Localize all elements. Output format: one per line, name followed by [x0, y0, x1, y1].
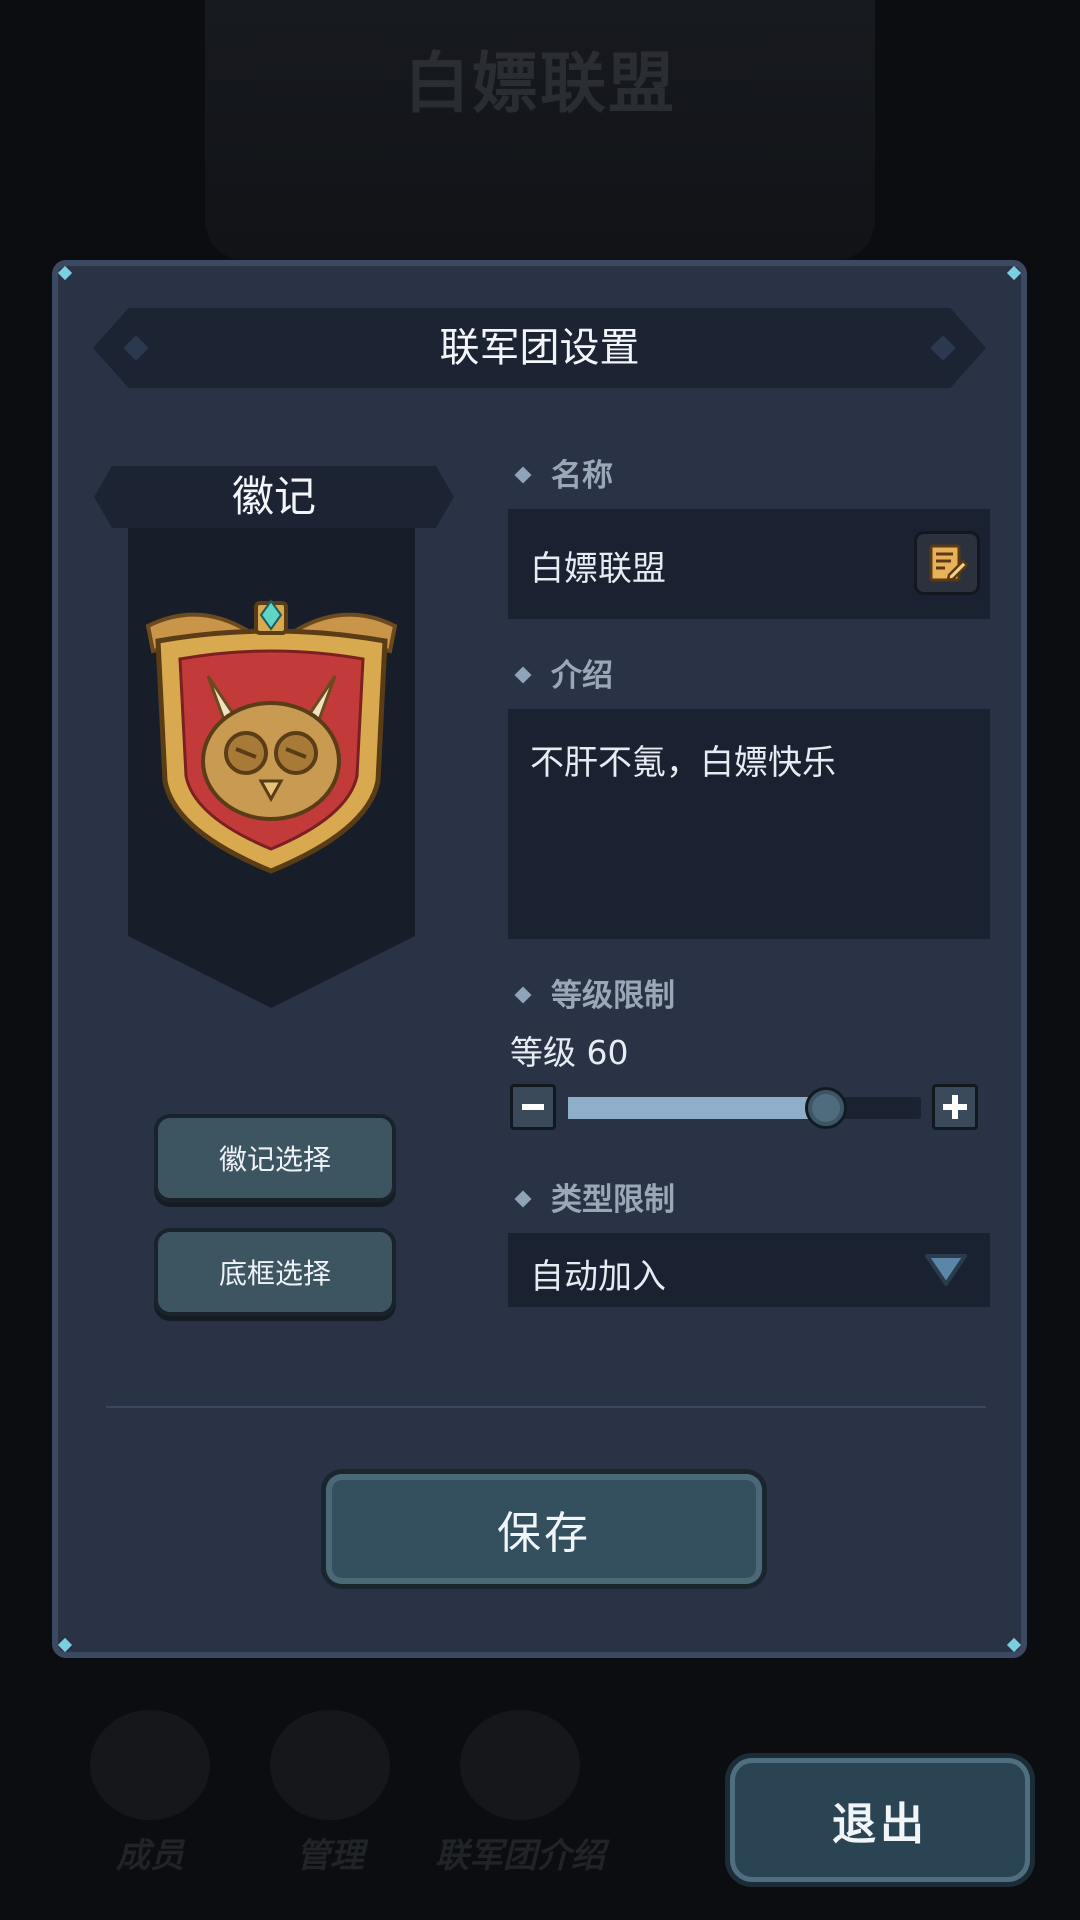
name-value: 白嫖联盟	[530, 549, 666, 589]
level-slider-fill	[568, 1097, 826, 1119]
save-button[interactable]: 保存	[326, 1474, 762, 1584]
emblem-heading: 徽记	[94, 466, 454, 528]
level-slider-handle[interactable]	[804, 1087, 847, 1129]
level-limit-label: 等级限制	[513, 976, 675, 1016]
tab-manage: 管理	[240, 1700, 420, 1880]
tab-alliance-intro-label: 联军团介绍	[435, 1836, 605, 1876]
bullet-diamond-icon	[514, 666, 532, 684]
dialog-header: 联军团设置	[93, 308, 986, 388]
plus-icon	[943, 1095, 967, 1119]
join-type-dropdown[interactable]: 自动加入	[508, 1233, 990, 1307]
chevron-down-icon[interactable]	[924, 1253, 968, 1287]
background-title: 白嫖联盟	[404, 45, 676, 122]
tab-members: 成员	[60, 1700, 240, 1880]
type-limit-label: 类型限制	[513, 1180, 675, 1220]
tab-members-label: 成员	[116, 1836, 184, 1876]
intro-textarea[interactable]: 不肝不氪，白嫖快乐	[508, 709, 990, 939]
tab-alliance-intro: 联军团介绍	[420, 1700, 620, 1880]
corner-ornament	[55, 1633, 77, 1655]
bullet-diamond-icon	[514, 986, 532, 1004]
divider	[106, 1406, 986, 1408]
corner-ornament	[1002, 263, 1024, 285]
bullet-diamond-icon	[514, 466, 532, 484]
manage-icon	[270, 1710, 390, 1820]
tab-manage-label: 管理	[296, 1836, 364, 1876]
edit-note-icon	[929, 544, 969, 582]
name-label: 名称	[513, 456, 613, 496]
level-value: 等级 60	[510, 1033, 629, 1072]
exit-button[interactable]: 退出	[730, 1758, 1030, 1882]
level-slider[interactable]	[568, 1087, 921, 1129]
level-increase-button[interactable]	[932, 1084, 978, 1130]
background-tab-bar: 成员 管理 联军团介绍	[60, 1700, 620, 1880]
join-type-value: 自动加入	[530, 1257, 666, 1297]
minus-icon	[522, 1104, 544, 1110]
edit-name-button[interactable]	[914, 531, 980, 595]
bullet-diamond-icon	[514, 1190, 532, 1208]
alliance-settings-dialog: 联军团设置 徽记 徽记选择 底框选择 名称 白嫖联盟 介绍 不肝不氪，白嫖快乐 …	[52, 260, 1027, 1658]
frame-select-button[interactable]: 底框选择	[158, 1232, 392, 1312]
name-field[interactable]: 白嫖联盟	[508, 509, 990, 619]
members-icon	[90, 1710, 210, 1820]
corner-ornament	[1002, 1633, 1024, 1655]
intro-label: 介绍	[513, 656, 613, 696]
alliance-intro-icon	[460, 1710, 580, 1820]
corner-ornament	[55, 263, 77, 285]
intro-value: 不肝不氪，白嫖快乐	[530, 743, 836, 783]
dialog-title: 联军团设置	[439, 325, 640, 371]
emblem-select-button[interactable]: 徽记选择	[158, 1118, 392, 1198]
owl-shield-emblem-icon	[145, 599, 398, 874]
level-decrease-button[interactable]	[510, 1084, 556, 1130]
